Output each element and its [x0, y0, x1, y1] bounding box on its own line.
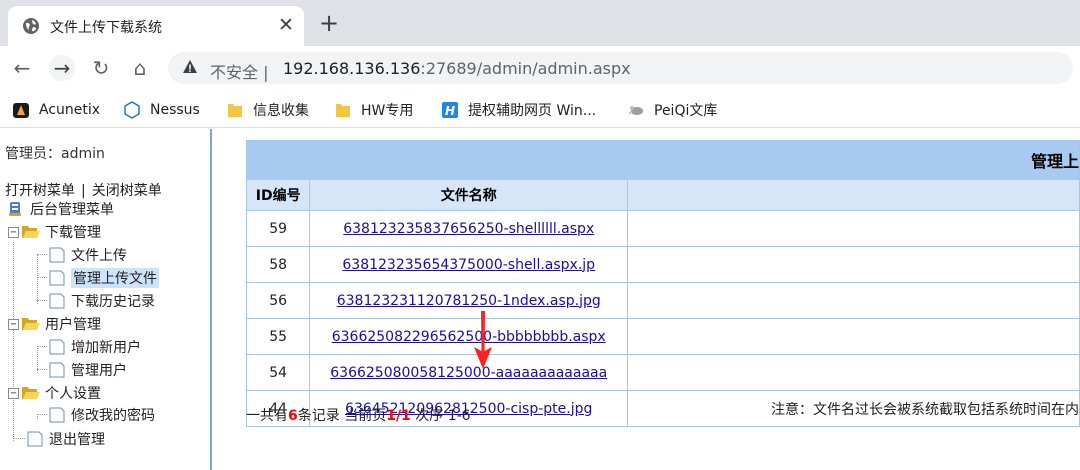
- tree-item-manage-uploads[interactable]: 管理上传文件: [47, 268, 159, 288]
- row-id: 58: [245, 246, 311, 283]
- table-row: 58 638123235654375000-shell.aspx.jp: [245, 246, 1080, 283]
- page-icon: [49, 270, 65, 286]
- close-tree-link[interactable]: 关闭树菜单: [92, 183, 162, 199]
- url-text[interactable]: 192.168.136.136:27689/admin/admin.aspx: [283, 59, 631, 78]
- back-button[interactable]: ←: [9, 55, 35, 81]
- row-id: 55: [245, 318, 311, 355]
- row-note: [627, 210, 1080, 247]
- tree-item-add-user[interactable]: 增加新用户: [47, 337, 141, 357]
- bookmark-privilege-escalation[interactable]: H 提权辅助网页 Win...: [441, 100, 596, 120]
- tree-item-logout[interactable]: 退出管理: [25, 429, 105, 449]
- column-header-extra: [627, 179, 1080, 211]
- collapse-icon[interactable]: −: [8, 387, 19, 399]
- svg-text:H: H: [445, 104, 455, 118]
- server-icon: [9, 202, 21, 216]
- page-icon: [49, 293, 65, 309]
- reload-button[interactable]: ↻: [88, 55, 114, 81]
- table-header-row: ID编号 文件名称: [245, 179, 1080, 211]
- bookmark-peiqi[interactable]: PeiQi文库: [627, 100, 717, 120]
- warning-icon: [183, 60, 197, 73]
- tree-item-download-history[interactable]: 下载历史记录: [47, 291, 155, 311]
- file-table: 管理上 ID编号 文件名称 59 638123235837656250-shel…: [245, 140, 1080, 427]
- left-frame: 管理员：admin 打开树菜单 | 关闭树菜单 后台管理菜单 − 下载管理 文件上传: [0, 129, 212, 470]
- address-bar[interactable]: 不安全 | 192.168.136.136:27689/admin/admin.…: [168, 52, 1073, 84]
- table-row: 59 638123235837656250-shellllll.aspx: [245, 210, 1080, 247]
- folder-icon: [228, 104, 242, 117]
- table-row: 54 636625080058125000-aaaaaaaaaaaaa: [245, 354, 1080, 391]
- row-id: 54: [245, 354, 311, 391]
- file-link[interactable]: 638123235837656250-shellllll.aspx: [343, 221, 594, 237]
- collapse-icon[interactable]: −: [8, 226, 19, 238]
- bookmark-nessus[interactable]: Nessus: [123, 100, 200, 120]
- globe-icon: [23, 18, 39, 34]
- red-arrow-annotation: [474, 311, 492, 369]
- home-button[interactable]: ⌂: [127, 55, 153, 81]
- column-header-filename: 文件名称: [309, 179, 629, 211]
- file-link[interactable]: 638123235654375000-shell.aspx.jp: [342, 257, 595, 273]
- security-status[interactable]: 不安全 |: [210, 59, 269, 83]
- acunetix-icon: [13, 103, 29, 118]
- pagination-summary: 一共有6条记录 当前页1/1 次序 1-6: [246, 408, 471, 424]
- row-id: 59: [245, 210, 311, 247]
- bookmark-hw[interactable]: HW专用: [334, 100, 413, 120]
- file-link[interactable]: 636625080058125000-aaaaaaaaaaaaa: [330, 365, 607, 381]
- file-link[interactable]: 636625082296562500-bbbbbbbb.aspx: [332, 329, 606, 345]
- row-note: 注意：文件名过长会被系统截取包括系统时间在内: [627, 390, 1080, 427]
- open-tree-link[interactable]: 打开树菜单: [5, 183, 75, 199]
- tab-title: 文件上传下载系统: [50, 20, 162, 36]
- row-note: [627, 282, 1080, 319]
- folder-open-icon: [22, 318, 40, 330]
- admin-label: 管理员：admin: [5, 146, 105, 162]
- folder-open-icon: [22, 387, 40, 399]
- row-note: [627, 354, 1080, 391]
- page-icon: [49, 407, 65, 423]
- folder-icon: [336, 104, 350, 117]
- bookmarks-bar: Acunetix Nessus 信息收集 HW专用 H 提权辅助网页 Win..…: [0, 90, 1080, 128]
- new-tab-button[interactable]: +: [317, 11, 341, 35]
- h-logo-icon: H: [442, 102, 458, 118]
- page-icon: [49, 247, 65, 263]
- tree-item-manage-users[interactable]: 管理用户: [47, 360, 127, 380]
- tree-controls: 打开树菜单 | 关闭树菜单: [5, 183, 162, 199]
- tree-item-file-upload[interactable]: 文件上传: [47, 245, 127, 265]
- file-link[interactable]: 638123231120781250-1ndex.asp.jpg: [337, 293, 601, 309]
- tree-group-personal[interactable]: − 个人设置: [8, 383, 101, 403]
- record-count: 6: [288, 408, 298, 424]
- peiqi-icon: [628, 106, 643, 115]
- tree-item-change-password[interactable]: 修改我的密码: [47, 405, 155, 425]
- close-icon[interactable]: ✕: [274, 13, 298, 37]
- browser-toolbar: ← → ↻ ⌂ 不安全 | 192.168.136.136:27689/admi…: [0, 46, 1080, 90]
- row-note: [627, 318, 1080, 355]
- page-icon: [49, 362, 65, 378]
- page-icon: [27, 431, 43, 447]
- tree-group-users[interactable]: − 用户管理: [8, 314, 101, 334]
- folder-open-icon: [22, 226, 40, 238]
- page-icon: [49, 339, 65, 355]
- row-id: 56: [245, 282, 311, 319]
- tree-root[interactable]: 后台管理菜单: [6, 199, 114, 219]
- row-note: [627, 246, 1080, 283]
- table-title-row: 管理上: [246, 140, 1080, 180]
- table-row: 56 638123231120781250-1ndex.asp.jpg: [245, 282, 1080, 319]
- browser-tab[interactable]: 文件上传下载系统 ✕: [8, 6, 304, 46]
- tab-strip: 文件上传下载系统 ✕ +: [0, 0, 1080, 46]
- main-frame: 管理上 ID编号 文件名称 59 638123235837656250-shel…: [214, 129, 1080, 470]
- column-header-id: ID编号: [245, 179, 311, 211]
- nessus-icon: [124, 101, 140, 119]
- current-page: 1/1: [386, 408, 411, 424]
- table-row: 55 636625082296562500-bbbbbbbb.aspx: [245, 318, 1080, 355]
- collapse-icon[interactable]: −: [8, 318, 19, 330]
- bookmark-acunetix[interactable]: Acunetix: [12, 100, 100, 120]
- table-title: 管理上: [246, 140, 1080, 180]
- tree-group-download[interactable]: − 下载管理: [8, 222, 101, 242]
- forward-button[interactable]: →: [49, 55, 75, 81]
- bookmark-info-collection[interactable]: 信息收集: [226, 100, 309, 120]
